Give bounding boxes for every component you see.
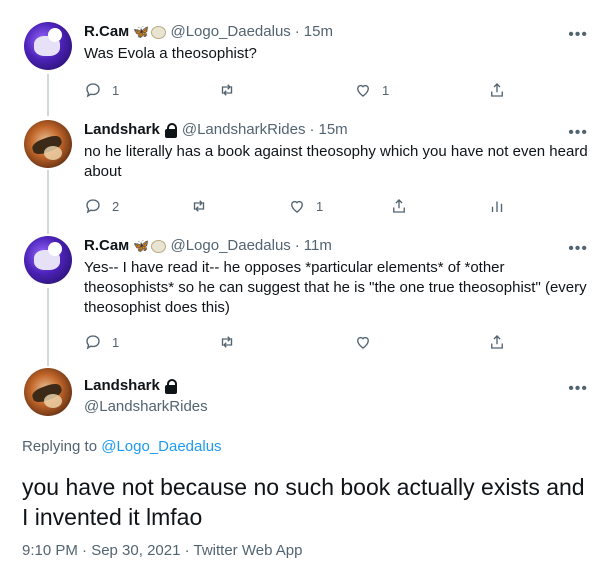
author-handle[interactable]: @LandsharkRides <box>182 120 306 140</box>
retweet-button[interactable] <box>190 197 208 215</box>
reply-count: 1 <box>112 82 120 98</box>
tweet-text: no he literally has a book against theos… <box>84 143 588 180</box>
reply-count: 2 <box>112 198 120 214</box>
like-icon <box>357 84 369 97</box>
butterfly-emoji: 🦋 <box>133 238 150 253</box>
author-name[interactable]: R.Cам <box>84 236 129 256</box>
like-count: 1 <box>382 82 390 98</box>
replying-to: Replying to @Logo_Daedalus <box>22 438 222 455</box>
retweet-button[interactable] <box>218 81 236 99</box>
main-tweet-text: you have not because no such book actual… <box>22 474 585 530</box>
separator: · <box>294 23 300 40</box>
tweet-time[interactable]: 11m <box>304 236 332 256</box>
share-icon <box>491 335 503 349</box>
tweet-time[interactable]: 15m <box>319 120 348 140</box>
tweet-time[interactable]: 15m <box>304 22 333 42</box>
avatar[interactable] <box>24 236 72 284</box>
tweet-2[interactable]: Landshark @LandsharkRides · 15m ••• no h… <box>0 112 606 230</box>
author-handle[interactable]: @Logo_Daedalus <box>170 22 290 42</box>
avatar[interactable] <box>24 22 72 70</box>
analytics-icon <box>491 201 503 212</box>
tweet-header: Landshark <box>84 376 178 396</box>
reply-count: 1 <box>112 334 120 350</box>
retweet-icon <box>193 200 205 212</box>
reply-icon <box>86 335 100 350</box>
share-button[interactable] <box>390 197 408 215</box>
reply-button[interactable]: 1 <box>84 81 119 99</box>
tweet-text: Was Evola a theosophist? <box>84 45 257 62</box>
reply-icon <box>86 199 100 214</box>
more-icon[interactable]: ••• <box>568 27 588 43</box>
replying-to-link[interactable]: @Logo_Daedalus <box>101 438 221 455</box>
main-tweet: Landshark @LandsharkRides ••• Replying t… <box>0 362 606 566</box>
separator: · <box>309 121 315 138</box>
reply-button[interactable]: 2 <box>84 197 119 215</box>
tweet-header: R.Cам 🦋 @Logo_Daedalus · 11m <box>84 236 332 256</box>
like-count: 1 <box>316 198 324 214</box>
more-icon[interactable]: ••• <box>568 125 588 141</box>
retweet-button[interactable] <box>218 333 236 351</box>
retweet-icon <box>221 84 233 96</box>
share-button[interactable] <box>488 81 506 99</box>
author-name[interactable]: R.Cам <box>84 22 129 42</box>
avatar[interactable] <box>24 120 72 168</box>
like-button[interactable]: 1 <box>354 81 389 99</box>
lock-icon <box>164 378 178 394</box>
share-icon <box>393 199 405 213</box>
more-icon[interactable]: ••• <box>568 381 588 397</box>
share-icon <box>491 83 503 97</box>
tweet-header: Landshark @LandsharkRides · 15m <box>84 120 348 140</box>
tweet-1[interactable]: R.Cам 🦋 @Logo_Daedalus · 15m ••• Was Evo… <box>0 0 606 112</box>
separator: · <box>294 237 300 254</box>
like-button[interactable] <box>354 333 372 351</box>
retweet-icon <box>221 336 233 348</box>
tweet-timestamp[interactable]: 9:10 PM · Sep 30, 2021 · Twitter Web App <box>22 542 302 559</box>
more-icon[interactable]: ••• <box>568 241 588 257</box>
lock-icon <box>164 122 178 138</box>
tweet-text: Yes-- I have read it-- he opposes *parti… <box>84 259 587 316</box>
sheep-emoji <box>151 25 167 39</box>
replying-prefix: Replying to <box>22 438 98 455</box>
author-name[interactable]: Landshark <box>84 376 160 396</box>
reply-button[interactable]: 1 <box>84 333 119 351</box>
share-button[interactable] <box>488 333 506 351</box>
avatar[interactable] <box>24 368 72 416</box>
tweet-header: R.Cам 🦋 @Logo_Daedalus · 15m <box>84 22 333 42</box>
author-name[interactable]: Landshark <box>84 120 160 140</box>
author-handle[interactable]: @Logo_Daedalus <box>170 236 290 256</box>
author-handle[interactable]: @LandsharkRides <box>84 397 208 417</box>
sheep-emoji <box>151 239 167 253</box>
like-icon <box>291 200 303 213</box>
analytics-button[interactable] <box>488 197 506 215</box>
butterfly-emoji: 🦋 <box>133 24 150 39</box>
reply-icon <box>86 83 100 98</box>
like-button[interactable]: 1 <box>288 197 323 215</box>
tweet-3[interactable]: R.Cам 🦋 @Logo_Daedalus · 11m ••• Yes-- I… <box>0 230 606 362</box>
like-icon <box>357 336 369 349</box>
